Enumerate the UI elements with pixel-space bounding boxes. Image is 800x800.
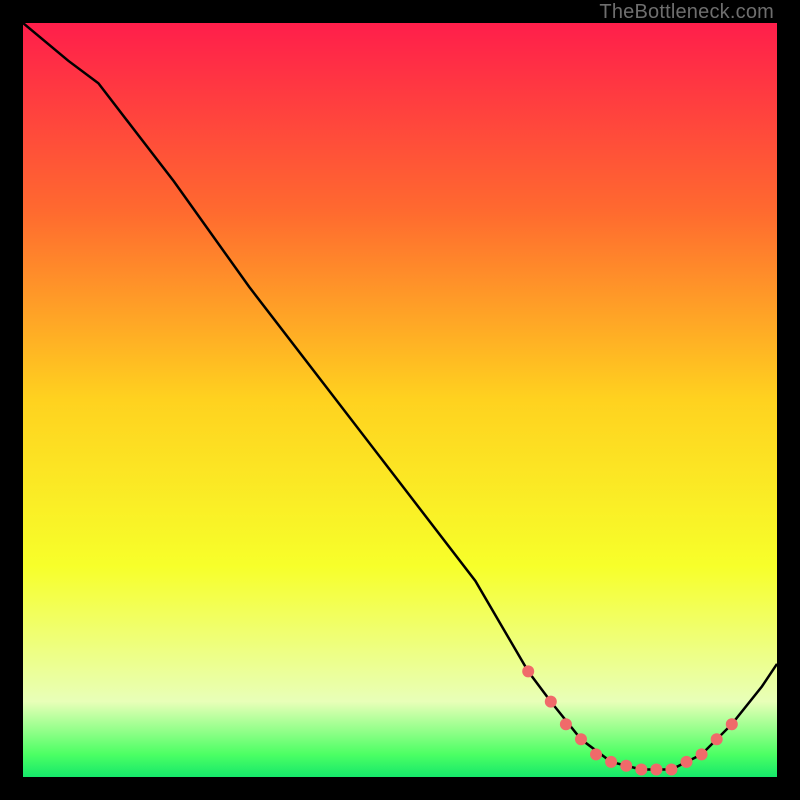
marker-point <box>522 665 534 677</box>
gradient-background <box>23 23 777 777</box>
marker-point <box>620 760 632 772</box>
marker-point <box>696 748 708 760</box>
marker-point <box>590 748 602 760</box>
marker-point <box>650 764 662 776</box>
marker-point <box>575 733 587 745</box>
marker-point <box>711 733 723 745</box>
marker-point <box>545 696 557 708</box>
chart-frame <box>23 23 777 777</box>
marker-point <box>605 756 617 768</box>
marker-point <box>681 756 693 768</box>
marker-point <box>665 764 677 776</box>
bottleneck-chart <box>23 23 777 777</box>
watermark-text: TheBottleneck.com <box>599 1 774 24</box>
marker-point <box>726 718 738 730</box>
marker-point <box>560 718 572 730</box>
marker-point <box>635 764 647 776</box>
